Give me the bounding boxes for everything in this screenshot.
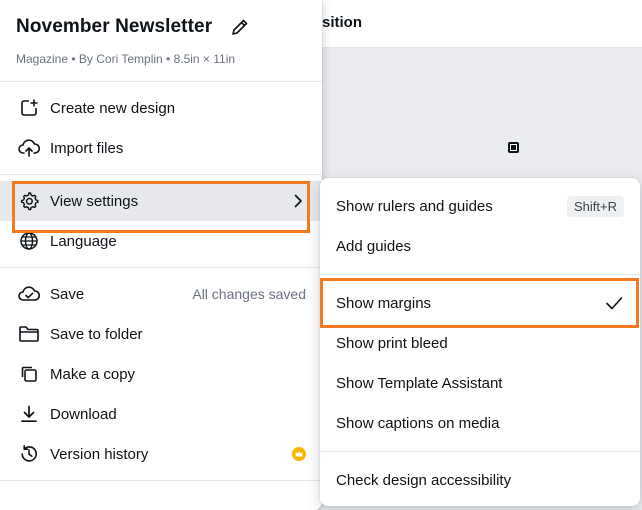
language-label: Language bbox=[50, 232, 117, 250]
show-rulers-label: Show rulers and guides bbox=[336, 197, 493, 215]
submenu-section-guides: Show rulers and guides Shift+R Add guide… bbox=[320, 178, 640, 275]
premium-crown-icon bbox=[292, 447, 306, 461]
checkmark-icon bbox=[604, 293, 624, 313]
show-rulers-item[interactable]: Show rulers and guides Shift+R bbox=[320, 186, 640, 226]
submenu-section-accessibility: Check design accessibility bbox=[320, 452, 640, 508]
cloud-check-icon bbox=[18, 283, 40, 305]
file-menu: November Newsletter Magazine • By Cori T… bbox=[0, 0, 322, 510]
show-rulers-shortcut: Shift+R bbox=[567, 195, 624, 217]
copy-icon bbox=[18, 363, 40, 385]
chevron-right-icon bbox=[290, 193, 306, 209]
version-history-item[interactable]: Version history bbox=[0, 434, 322, 474]
make-a-copy-item[interactable]: Make a copy bbox=[0, 354, 322, 394]
submenu-section-display: Show margins Show print bleed Show Templ… bbox=[320, 275, 640, 452]
download-item[interactable]: Download bbox=[0, 394, 322, 434]
view-settings-item[interactable]: View settings bbox=[0, 181, 322, 221]
menu-section-settings: View settings Language bbox=[0, 175, 322, 268]
design-subtitle: Magazine • By Cori Templin • 8.5in × 11i… bbox=[16, 52, 236, 66]
globe-icon bbox=[18, 230, 40, 252]
view-settings-submenu: Show rulers and guides Shift+R Add guide… bbox=[320, 178, 640, 506]
show-template-assistant-label: Show Template Assistant bbox=[336, 374, 503, 392]
menu-section-create: Create new design Import files bbox=[0, 82, 322, 175]
check-accessibility-label: Check design accessibility bbox=[336, 471, 512, 489]
create-new-design-item[interactable]: Create new design bbox=[0, 88, 322, 128]
show-margins-label: Show margins bbox=[336, 294, 432, 312]
save-to-folder-item[interactable]: Save to folder bbox=[0, 314, 322, 354]
canvas-element-icon[interactable] bbox=[508, 142, 519, 153]
check-accessibility-item[interactable]: Check design accessibility bbox=[320, 460, 640, 500]
language-item[interactable]: Language bbox=[0, 221, 322, 261]
menu-section-save: Save All changes saved Save to folder Ma… bbox=[0, 268, 322, 481]
view-settings-label: View settings bbox=[50, 192, 139, 210]
show-captions-item[interactable]: Show captions on media bbox=[320, 403, 640, 443]
create-new-design-label: Create new design bbox=[50, 99, 176, 117]
add-guides-item[interactable]: Add guides bbox=[320, 226, 640, 266]
save-label: Save bbox=[50, 285, 85, 303]
show-print-bleed-item[interactable]: Show print bleed bbox=[320, 323, 640, 363]
save-to-folder-label: Save to folder bbox=[50, 325, 143, 343]
import-files-item[interactable]: Import files bbox=[0, 128, 322, 168]
show-print-bleed-label: Show print bleed bbox=[336, 334, 448, 352]
new-design-icon bbox=[18, 97, 40, 119]
toolbar-position-button[interactable]: sition bbox=[322, 14, 362, 31]
version-history-label: Version history bbox=[50, 445, 149, 463]
gear-icon bbox=[18, 190, 40, 212]
make-a-copy-label: Make a copy bbox=[50, 365, 136, 383]
cloud-upload-icon bbox=[18, 137, 40, 159]
design-title[interactable]: November Newsletter bbox=[16, 16, 212, 38]
add-guides-label: Add guides bbox=[336, 237, 412, 255]
folder-icon bbox=[18, 323, 40, 345]
import-files-label: Import files bbox=[50, 139, 124, 157]
show-captions-label: Show captions on media bbox=[336, 414, 500, 432]
menu-header: November Newsletter Magazine • By Cori T… bbox=[0, 0, 322, 82]
history-icon bbox=[18, 443, 40, 465]
save-item[interactable]: Save All changes saved bbox=[0, 274, 322, 314]
download-label: Download bbox=[50, 405, 117, 423]
save-status: All changes saved bbox=[192, 286, 306, 302]
pencil-icon[interactable] bbox=[230, 17, 250, 37]
download-icon bbox=[18, 403, 40, 425]
show-margins-item[interactable]: Show margins bbox=[320, 283, 640, 323]
show-template-assistant-item[interactable]: Show Template Assistant bbox=[320, 363, 640, 403]
